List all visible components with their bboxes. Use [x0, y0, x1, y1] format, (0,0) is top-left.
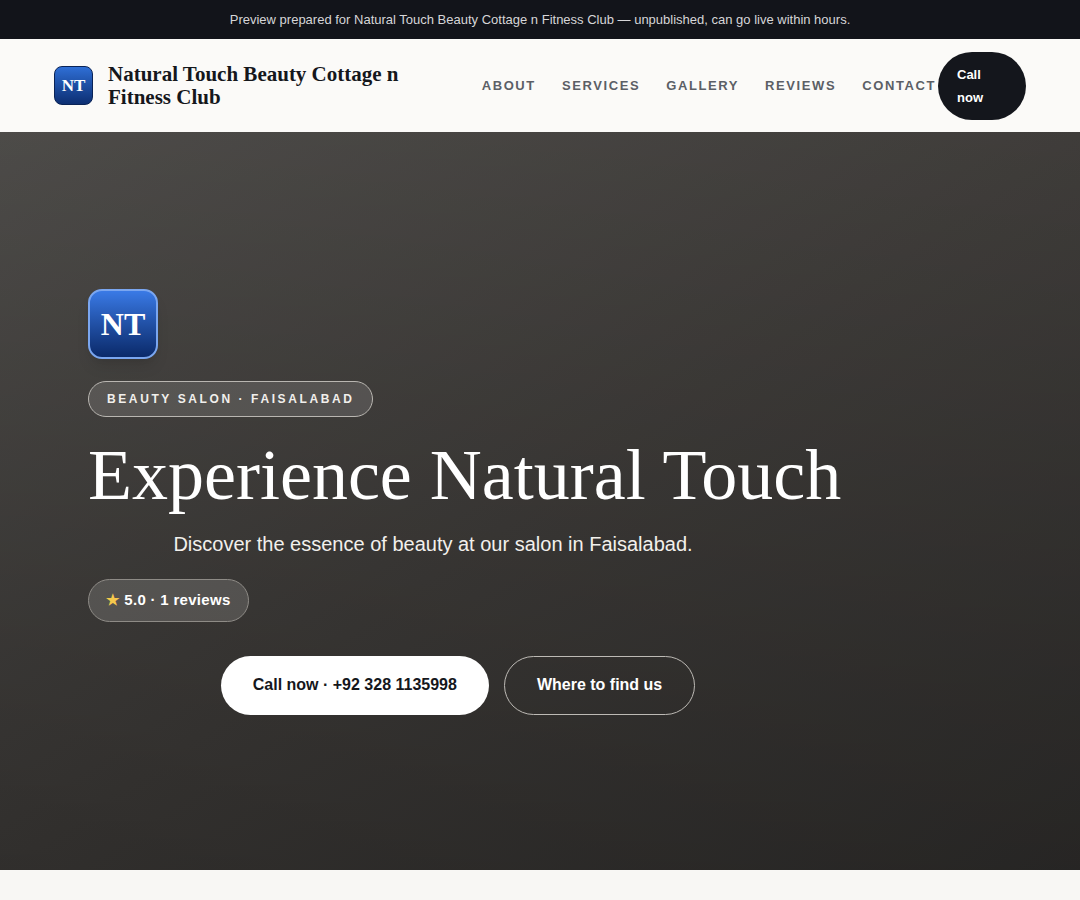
brand[interactable]: NT Natural Touch Beauty Cottage n Fitness… — [54, 63, 438, 109]
hero: NT BEAUTY SALON · FAISALABAD Experience Na… — [0, 132, 1080, 870]
call-button[interactable]: Call now · +92 328 1135998 — [221, 656, 489, 715]
nav-link[interactable]: ABOUT — [482, 76, 536, 96]
call-now-button[interactable]: Call now — [938, 52, 1026, 120]
star-icon: ★ — [106, 589, 119, 612]
nav-link[interactable]: REVIEWS — [765, 76, 836, 96]
preview-banner: Preview prepared for Natural Touch Beaut… — [0, 0, 1080, 39]
nav-link[interactable]: SERVICES — [562, 76, 640, 96]
page: Preview prepared for Natural Touch Beaut… — [0, 0, 1080, 900]
page-bottom — [0, 870, 1080, 900]
rating-pill: ★5.0 · 1 reviews — [88, 579, 249, 622]
brand-name: Natural Touch Beauty Cottage n Fitness C… — [108, 63, 438, 109]
hero-title: Experience Natural Touch — [88, 433, 841, 517]
hero-logo-icon: NT — [88, 289, 158, 359]
hero-badge: BEAUTY SALON · FAISALABAD — [88, 381, 373, 417]
brand-logo-icon: NT — [54, 66, 93, 105]
directions-button[interactable]: Where to find us — [504, 656, 695, 715]
hero-subtitle: Discover the essence of beauty at our sa… — [173, 529, 742, 559]
main-nav: ABOUT SERVICES GALLERY REVIEWS CONTACT — [482, 76, 936, 96]
site-header: NT Natural Touch Beauty Cottage n Fitness… — [0, 39, 1080, 132]
nav-link[interactable]: CONTACT — [862, 76, 936, 96]
hero-actions: Call now · +92 328 1135998 Where to find … — [221, 656, 695, 715]
hero-content: NTBEAUTY SALON · FAISALABADExperience Na… — [88, 287, 828, 715]
nav-link[interactable]: GALLERY — [666, 76, 739, 96]
